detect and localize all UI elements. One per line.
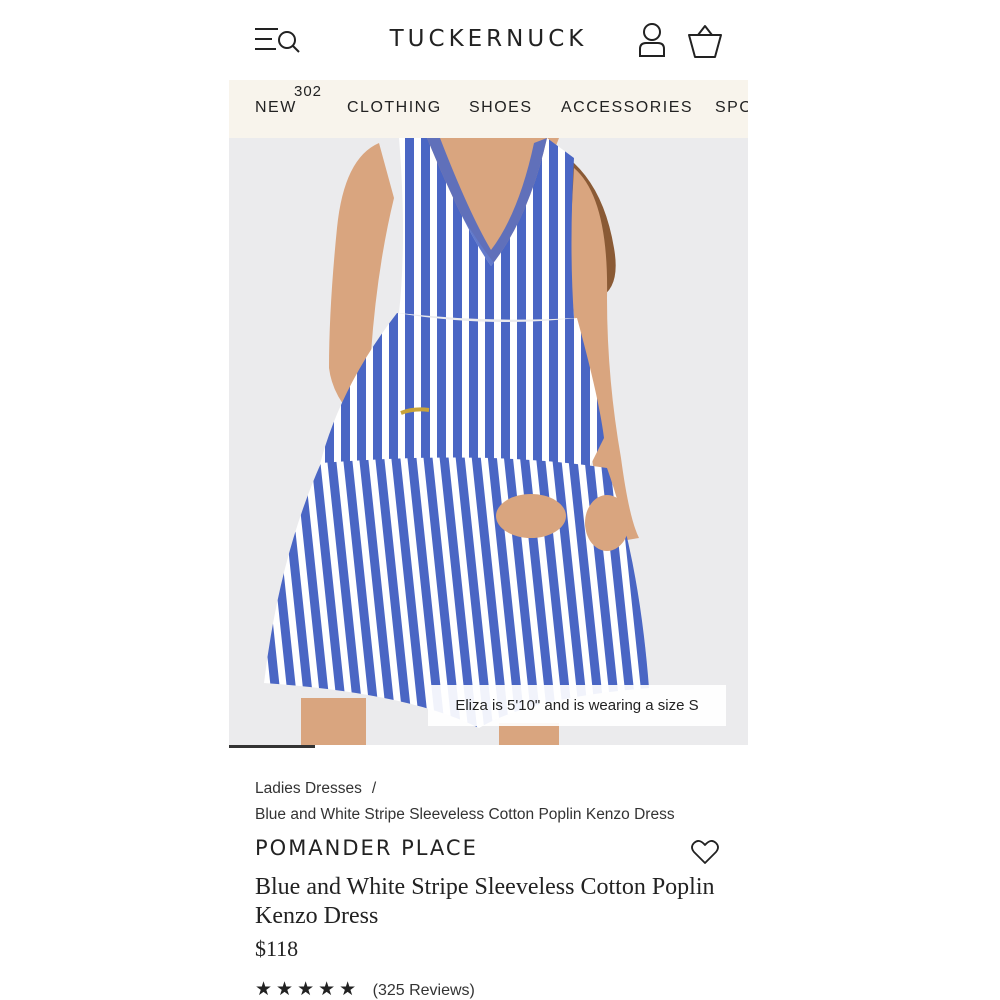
bag-icon[interactable] xyxy=(687,23,723,59)
breadcrumb: Ladies Dresses / Blue and White Stripe Sl… xyxy=(255,776,675,828)
product-price: $118 xyxy=(255,936,299,961)
product-title: Blue and White Stripe Sleeveless Cotton … xyxy=(255,874,715,929)
category-nav: 302 NEW CLOTHING SHOES ACCESSORIES SPO xyxy=(229,80,748,138)
rating-stars: ★★★★★ xyxy=(255,979,361,1000)
product-image-carousel[interactable]: Eliza is 5'10" and is wearing a size S xyxy=(229,138,748,748)
nav-item-shoes[interactable]: SHOES xyxy=(469,99,533,117)
site-logo[interactable]: TUCKERNUCK xyxy=(229,26,748,52)
product-page: TUCKERNUCK 302 NEW CLOTHING SHOES ACCESS… xyxy=(229,0,748,1000)
product-rating[interactable]: ★★★★★ (325 Reviews) xyxy=(255,978,475,1000)
breadcrumb-parent[interactable]: Ladies Dresses xyxy=(255,780,362,797)
review-count-link[interactable]: (325 Reviews) xyxy=(373,982,475,999)
product-photo xyxy=(229,138,748,748)
account-icon[interactable] xyxy=(637,22,667,58)
site-header: TUCKERNUCK xyxy=(229,0,748,80)
breadcrumb-current: Blue and White Stripe Sleeveless Cotton … xyxy=(255,806,675,823)
model-size-caption: Eliza is 5'10" and is wearing a size S xyxy=(428,685,726,726)
nav-item-accessories[interactable]: ACCESSORIES xyxy=(561,99,693,117)
carousel-progress xyxy=(229,745,748,748)
product-brand[interactable]: POMANDER PLACE xyxy=(255,836,478,860)
heart-icon[interactable] xyxy=(691,839,719,865)
nav-item-new[interactable]: NEW xyxy=(255,99,297,117)
nav-item-clothing[interactable]: CLOTHING xyxy=(347,99,442,117)
breadcrumb-separator: / xyxy=(371,780,377,797)
new-count-badge: 302 xyxy=(294,83,323,100)
nav-item-sport[interactable]: SPO xyxy=(715,99,748,117)
carousel-progress-indicator xyxy=(229,745,315,748)
